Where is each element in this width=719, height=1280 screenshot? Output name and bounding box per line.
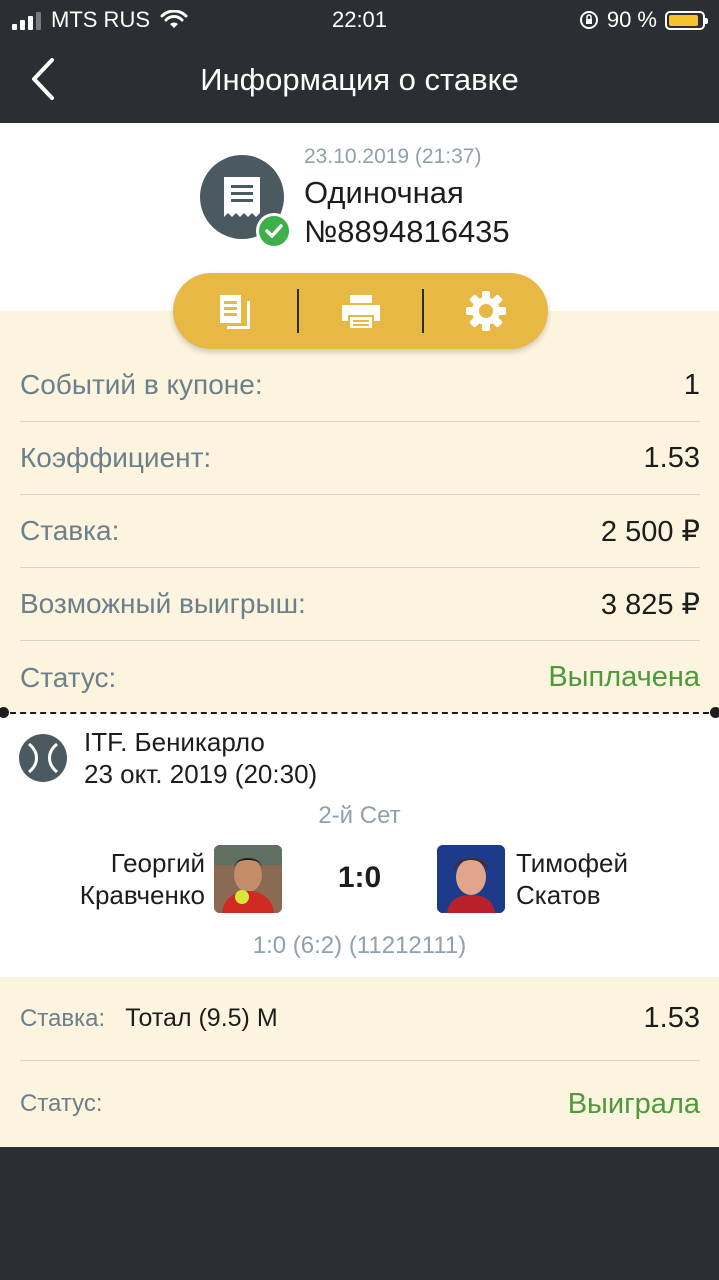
- bet-type: Одиночная: [304, 175, 464, 210]
- event-date: 23 окт. 2019 (20:30): [84, 759, 318, 789]
- action-bar: [173, 273, 548, 349]
- event-card: ITF. Беникарло 23 окт. 2019 (20:30) 2-й …: [0, 713, 719, 977]
- bet-summary: Событий в купоне: 1 Коэффициент: 1.53 Ст…: [0, 311, 719, 713]
- summary-label: Ставка:: [20, 515, 120, 546]
- bet-status-badge: Выиграла: [567, 1087, 700, 1120]
- bet-datetime: 23.10.2019 (21:37): [304, 145, 482, 168]
- summary-value: 2 500 ₽: [600, 515, 700, 548]
- summary-label: Событий в купоне:: [20, 369, 263, 400]
- detailed-score: 1:0 (6:2) (11212111): [252, 932, 467, 959]
- summary-label: Коэффициент:: [20, 442, 212, 473]
- bet-number: №8894816435: [304, 214, 510, 249]
- summary-row-possible-win: Возможный выигрыш: 3 825 ₽: [20, 568, 700, 641]
- summary-row-stake: Ставка: 2 500 ₽: [20, 495, 700, 568]
- summary-row-odds: Коэффициент: 1.53: [20, 422, 700, 495]
- battery-percent: 90 %: [606, 7, 657, 32]
- settings-button[interactable]: [424, 273, 548, 349]
- player-away-avatar: [437, 845, 505, 913]
- page-title: Информация о ставке: [200, 62, 519, 97]
- bet-detail-status-row: Статус: Выиграла: [20, 1062, 700, 1146]
- printer-icon: [341, 295, 380, 328]
- bet-detail: Ставка: Тотал (9.5) М 1.53 Статус: Выигр…: [0, 977, 719, 1147]
- status-right: 90 %: [579, 7, 708, 33]
- bottom-empty-area: [0, 1147, 719, 1280]
- print-button[interactable]: [299, 273, 423, 349]
- gear-icon: [466, 291, 507, 331]
- divider-dot: [710, 707, 719, 718]
- event-period: 2-й Сет: [318, 802, 401, 829]
- coupon-divider: [0, 712, 719, 714]
- summary-row-status: Статус: Выплачена: [20, 641, 700, 714]
- summary-value: 3 825 ₽: [600, 588, 700, 621]
- document-copy-icon: [219, 295, 250, 329]
- copy-coupon-button[interactable]: [173, 273, 297, 349]
- check-icon: [256, 213, 292, 249]
- summary-value: 1.53: [643, 441, 700, 474]
- status-label: Статус:: [20, 1090, 103, 1117]
- tournament-name: ITF. Беникарло: [84, 727, 265, 757]
- status-badge: Выплачена: [548, 661, 700, 693]
- summary-label: Возможный выигрыш:: [20, 588, 306, 619]
- status-bar: MTS RUS 22:01 90 %: [0, 0, 719, 40]
- player-away-first-name: Тимофей: [516, 848, 628, 878]
- navigation-bar: Информация о ставке: [0, 40, 719, 123]
- summary-value: 1: [683, 368, 700, 401]
- market-name: Тотал (9.5) М: [125, 1004, 278, 1032]
- orientation-lock-icon: [579, 11, 598, 29]
- stake-label: Ставка:: [20, 1005, 106, 1032]
- market-odds: 1.53: [643, 1002, 700, 1034]
- summary-label: Статус:: [20, 661, 117, 693]
- bet-detail-left: Ставка: Тотал (9.5) М: [20, 1004, 278, 1033]
- tennis-ball-icon: [19, 734, 67, 782]
- player-away: Тимофей Скатов: [516, 847, 628, 911]
- summary-row-events: Событий в купоне: 1: [20, 349, 700, 422]
- battery-icon: [665, 10, 708, 30]
- player-away-last-name: Скатов: [516, 880, 601, 910]
- bet-detail-stake-row: Ставка: Тотал (9.5) М 1.53: [20, 977, 700, 1061]
